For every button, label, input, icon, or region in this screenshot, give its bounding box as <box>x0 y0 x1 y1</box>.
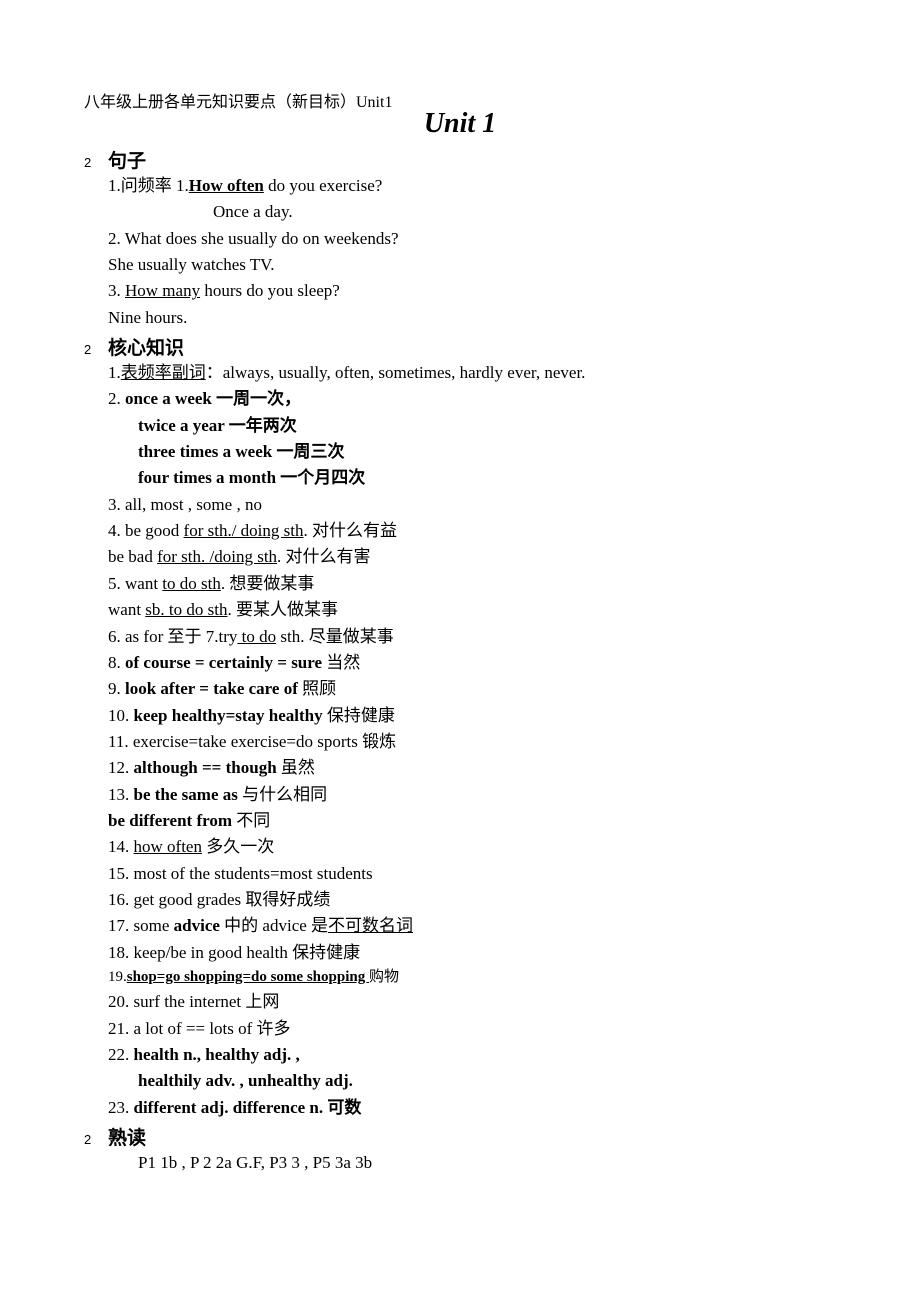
text-bold: health n., healthy adj. , <box>134 1045 300 1064</box>
text: 6. as for 至于 7.try <box>108 627 237 646</box>
text: Once a day. <box>108 199 836 225</box>
text: . 对什么有害 <box>277 547 371 566</box>
text-underline: 不可数名词 <box>328 916 413 935</box>
text: 中的 advice 是 <box>224 916 328 935</box>
text: want <box>108 600 145 619</box>
text: 15. most of the students=most students <box>108 861 836 887</box>
text: 照顾 <box>302 679 336 698</box>
text-underline: to do <box>237 627 276 646</box>
text-bold-underline: How often <box>189 176 264 195</box>
text-underline: how often <box>134 837 202 856</box>
text: 3. all, most , some , no <box>108 492 836 518</box>
text: hours do you sleep? <box>200 281 340 300</box>
text-bold: different adj. difference n. 可数 <box>134 1098 362 1117</box>
section-bullet: 2 <box>84 155 108 170</box>
text: 22. <box>108 1045 134 1064</box>
unit-title: Unit 1 <box>84 108 836 140</box>
text-bold: look after = take care of <box>125 679 302 698</box>
text: 11. exercise=take exercise=do sports 锻炼 <box>108 729 836 755</box>
text: 19. <box>108 969 127 985</box>
section-label: 核心知识 <box>108 333 184 360</box>
text: She usually watches TV. <box>108 252 836 278</box>
text-underline: to do sth <box>162 574 221 593</box>
section-content: P1 1b , P 2 2a G.F, P3 3 , P5 3a 3b <box>84 1150 836 1176</box>
text: 14. <box>108 837 134 856</box>
text: 1.问频率 1. <box>108 176 189 195</box>
text: 虽然 <box>281 758 315 777</box>
text: 4. be good <box>108 521 184 540</box>
text-bold: be the same as <box>134 785 243 804</box>
section-core: 2 核心知识 1.表频率副词：always, usually, often, s… <box>84 333 836 1121</box>
section-bullet: 2 <box>84 342 108 357</box>
text: 购物 <box>369 969 399 985</box>
text: 21. a lot of == lots of 许多 <box>108 1016 836 1042</box>
text-underline: for sth. /doing sth <box>157 547 277 566</box>
text-underline: sb. to do sth <box>145 600 227 619</box>
text: 与什么相同 <box>242 785 327 804</box>
text: 5. want <box>108 574 162 593</box>
text-underline: How many <box>125 281 200 300</box>
section-sentences: 2 句子 1.问频率 1.How often do you exercise? … <box>84 146 836 331</box>
text: 8. <box>108 653 125 672</box>
text: 保持健康 <box>327 706 395 725</box>
text: ：always, usually, often, sometimes, hard… <box>206 363 586 382</box>
text: 17. some <box>108 916 174 935</box>
text-bold: keep healthy=stay healthy <box>134 706 327 725</box>
text: 多久一次 <box>202 837 274 856</box>
text-bold: of course = certainly = sure <box>125 653 326 672</box>
text: . 对什么有益 <box>304 521 398 540</box>
text: do you exercise? <box>264 176 382 195</box>
text: 23. <box>108 1098 134 1117</box>
text: P1 1b , P 2 2a G.F, P3 3 , P5 3a 3b <box>108 1150 836 1176</box>
section-read: 2 熟读 P1 1b , P 2 2a G.F, P3 3 , P5 3a 3b <box>84 1123 836 1176</box>
text: 18. keep/be in good health 保持健康 <box>108 940 836 966</box>
text: 12. <box>108 758 134 777</box>
section-label: 句子 <box>108 146 146 173</box>
text: 13. <box>108 785 134 804</box>
text: 16. get good grades 取得好成绩 <box>108 887 836 913</box>
text: 2. <box>108 389 125 408</box>
text-bold: be different from <box>108 811 236 830</box>
text-bold: three times a week 一周三次 <box>108 439 836 465</box>
section-content: 1.表频率副词：always, usually, often, sometime… <box>84 360 836 1121</box>
text: 9. <box>108 679 125 698</box>
text: 2. What does she usually do on weekends? <box>108 226 836 252</box>
text-bold: once a week 一周一次， <box>125 389 301 408</box>
text: 当然 <box>326 653 360 672</box>
text: . 想要做某事 <box>221 574 315 593</box>
text: 10. <box>108 706 134 725</box>
text-underline: for sth./ doing sth <box>184 521 304 540</box>
text: be bad <box>108 547 157 566</box>
text-bold: although == though <box>134 758 281 777</box>
text-bold-underline: shop=go shopping=do some shopping <box>127 969 369 985</box>
text: 1. <box>108 363 121 382</box>
text: . 要某人做某事 <box>227 600 338 619</box>
text-bold: advice <box>174 916 225 935</box>
section-head: 2 熟读 <box>84 1123 836 1150</box>
section-content: 1.问频率 1.How often do you exercise? Once … <box>84 173 836 331</box>
section-bullet: 2 <box>84 1132 108 1147</box>
text-bold: twice a year 一年两次 <box>108 413 836 439</box>
text-bold: healthily adv. , unhealthy adj. <box>108 1068 836 1094</box>
section-head: 2 核心知识 <box>84 333 836 360</box>
text: 3. <box>108 281 125 300</box>
text-underline: 表频率副词 <box>121 363 206 382</box>
text: 不同 <box>236 811 270 830</box>
section-label: 熟读 <box>108 1123 146 1150</box>
text: Nine hours. <box>108 305 836 331</box>
document-page: 八年级上册各单元知识要点（新目标）Unit1 Unit 1 2 句子 1.问频率… <box>0 0 920 1302</box>
text: 20. surf the internet 上网 <box>108 989 836 1015</box>
section-head: 2 句子 <box>84 146 836 173</box>
text-bold: four times a month 一个月四次 <box>108 465 836 491</box>
text: sth. 尽量做某事 <box>276 627 394 646</box>
